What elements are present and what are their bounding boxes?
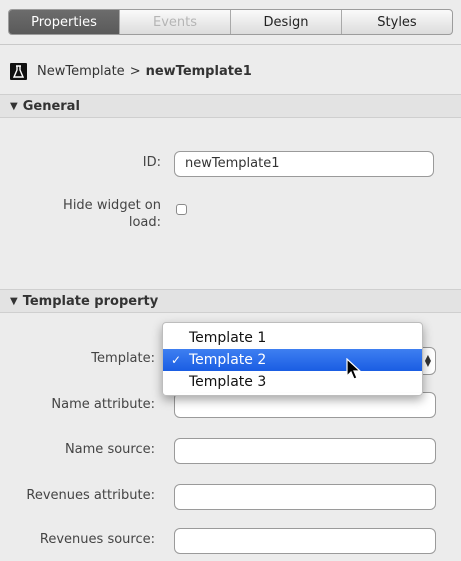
breadcrumb: NewTemplate > newTemplate1: [10, 60, 252, 82]
section-general-header[interactable]: ▼ General: [0, 94, 461, 118]
menu-item-label: Template 2: [189, 352, 267, 368]
section-template-property-title: Template property: [22, 293, 159, 309]
menu-item-template-1[interactable]: Template 1: [163, 327, 422, 349]
tab-properties[interactable]: Properties: [9, 10, 119, 34]
revenues-source-label: Revenues source:: [39, 532, 155, 547]
breadcrumb-separator: >: [129, 63, 141, 79]
name-attribute-label: Name attribute:: [51, 397, 155, 412]
menu-item-template-2[interactable]: ✓ Template 2: [163, 349, 422, 371]
hide-widget-label-line1: Hide widget on: [63, 198, 161, 213]
template-dropdown-menu: Template 1 ✓ Template 2 Template 3: [162, 322, 423, 396]
id-label: ID:: [142, 155, 161, 170]
hide-widget-label: Hide widget on load:: [63, 197, 161, 231]
tab-design[interactable]: Design: [230, 10, 341, 34]
disclosure-triangle-icon[interactable]: ▼: [10, 101, 18, 112]
revenues-attribute-label: Revenues attribute:: [26, 488, 155, 503]
revenues-attribute-field[interactable]: [174, 484, 436, 510]
inspector-tabs: Properties Events Design Styles: [8, 9, 453, 35]
checkmark-icon: ✓: [170, 353, 182, 367]
divider: [0, 44, 461, 45]
menu-item-label: Template 3: [189, 374, 267, 390]
name-source-field[interactable]: [174, 438, 436, 464]
breadcrumb-text: NewTemplate > newTemplate1: [37, 64, 252, 79]
revenues-source-field[interactable]: [174, 528, 436, 554]
name-source-label: Name source:: [64, 442, 155, 457]
mouse-cursor-icon: [346, 358, 362, 380]
menu-item-label: Template 1: [189, 330, 267, 346]
hide-widget-checkbox[interactable]: [176, 204, 187, 215]
stepper-arrows-icon: ▲ ▼: [424, 353, 431, 368]
breadcrumb-current: newTemplate1: [145, 63, 252, 79]
menu-item-template-3[interactable]: Template 3: [163, 371, 422, 393]
template-label: Template:: [91, 351, 155, 366]
tab-styles[interactable]: Styles: [341, 10, 452, 34]
tab-events: Events: [119, 10, 230, 34]
flask-icon: [10, 62, 27, 80]
disclosure-triangle-icon[interactable]: ▼: [10, 296, 18, 307]
section-template-property-header[interactable]: ▼ Template property: [0, 289, 461, 313]
id-field[interactable]: newTemplate1: [174, 151, 434, 177]
hide-widget-label-line2: load:: [128, 215, 161, 230]
breadcrumb-parent[interactable]: NewTemplate: [37, 64, 125, 79]
section-general-title: General: [22, 98, 80, 114]
